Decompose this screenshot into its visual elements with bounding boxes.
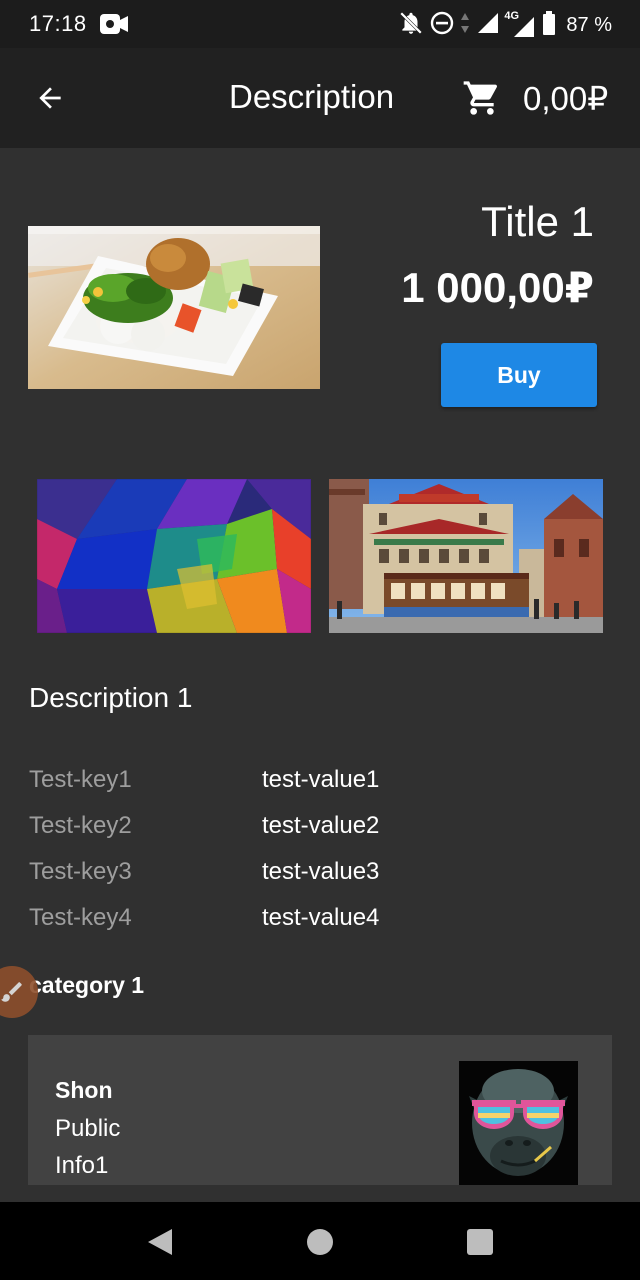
signal-icon (476, 11, 500, 40)
nav-recents-button[interactable] (460, 1222, 500, 1262)
buy-button[interactable]: Buy (441, 343, 597, 407)
property-key: Test-key3 (29, 858, 132, 885)
battery-percent: 87 % (566, 14, 612, 36)
shopping-cart-icon (463, 81, 498, 115)
category-label[interactable]: category 1 (29, 972, 144, 999)
status-time: 17:18 (29, 11, 87, 36)
status-bar: 17:18 4G 87 % (0, 0, 640, 48)
property-key: Test-key2 (29, 812, 132, 839)
product-thumbnail-city[interactable] (329, 479, 603, 633)
nav-back-button[interactable] (140, 1222, 180, 1262)
back-triangle-icon (148, 1229, 172, 1255)
property-value: test-value3 (262, 858, 380, 885)
battery-icon (542, 11, 556, 40)
properties-list: Test-key1 test-value1 Test-key2 test-val… (29, 766, 589, 950)
video-record-icon (100, 12, 128, 41)
seller-type: Public (55, 1115, 121, 1142)
product-description: Description 1 (29, 682, 193, 713)
product-main-image[interactable] (28, 226, 320, 389)
product-title: Title 1 (481, 198, 594, 245)
home-circle-icon (307, 1229, 333, 1255)
product-details: Title 1 1 000,00₽ Buy Description 1 Test… (0, 148, 640, 1202)
do-not-disturb-icon (430, 11, 454, 40)
back-button[interactable] (28, 76, 72, 120)
cart-total[interactable]: 0,00₽ (523, 79, 608, 118)
property-row: Test-key2 test-value2 (29, 812, 589, 858)
seller-name: Shon (55, 1077, 113, 1103)
property-key: Test-key4 (29, 904, 132, 931)
notifications-off-icon (398, 10, 424, 41)
navigation-bar (0, 1202, 640, 1280)
seller-card[interactable]: Shon Public Info1 (28, 1035, 612, 1185)
page-title: Description (229, 78, 395, 115)
seller-avatar[interactable] (459, 1061, 578, 1185)
signal-4g-icon: 4G (504, 10, 536, 39)
cart-button[interactable] (460, 76, 504, 120)
property-value: test-value4 (262, 904, 380, 931)
product-thumbnail-abstract[interactable] (37, 479, 311, 633)
property-row: Test-key3 test-value3 (29, 858, 589, 904)
data-arrows-icon (460, 12, 470, 39)
product-price: 1 000,00₽ (401, 264, 594, 311)
back-arrow-icon (39, 87, 61, 109)
property-row: Test-key4 test-value4 (29, 904, 589, 950)
seller-info: Info1 (55, 1152, 109, 1179)
status-icons: 4G 87 % (398, 10, 612, 41)
property-row: Test-key1 test-value1 (29, 766, 589, 812)
recents-square-icon (467, 1229, 493, 1255)
property-key: Test-key1 (29, 766, 132, 793)
app-bar: Description 0,00₽ (0, 48, 640, 148)
brush-icon (1, 982, 22, 1002)
property-value: test-value2 (262, 812, 380, 839)
property-value: test-value1 (262, 766, 380, 793)
nav-home-button[interactable] (300, 1222, 340, 1262)
